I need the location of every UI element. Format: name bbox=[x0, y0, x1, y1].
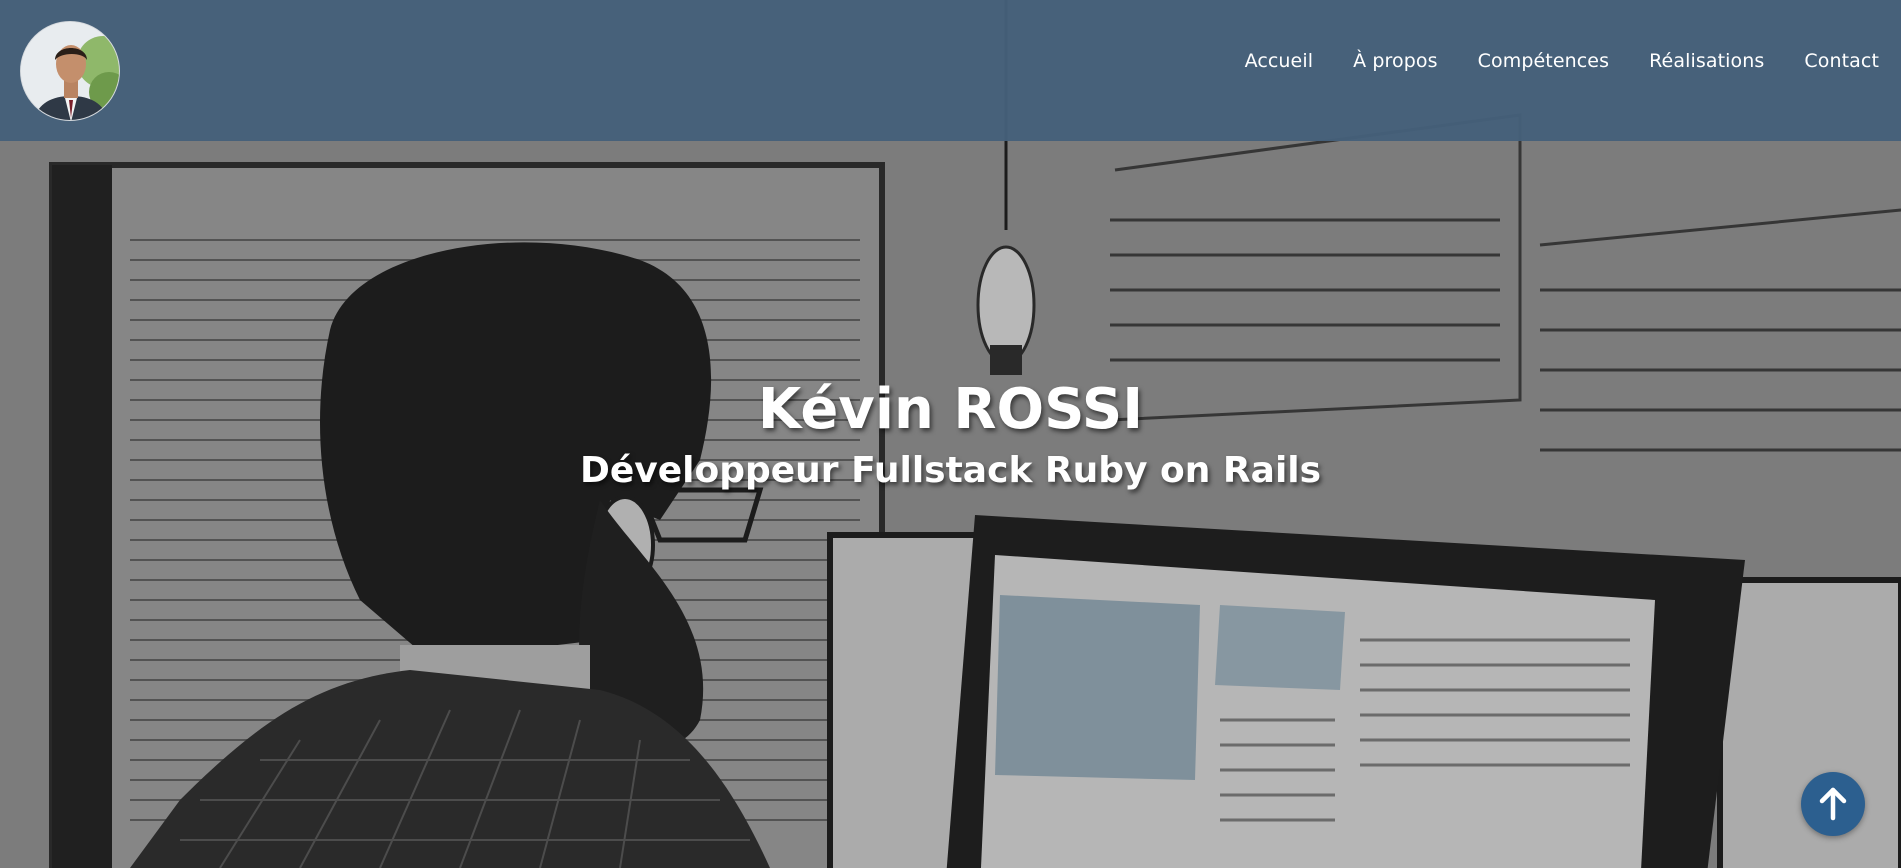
back-to-top-button[interactable] bbox=[1801, 772, 1865, 836]
nav-link-realisations[interactable]: Réalisations bbox=[1649, 50, 1764, 72]
nav-link-accueil[interactable]: Accueil bbox=[1245, 50, 1314, 72]
nav-link-contact[interactable]: Contact bbox=[1804, 50, 1879, 72]
hero-title: Kévin ROSSI bbox=[757, 377, 1144, 442]
nav-link-a-propos[interactable]: À propos bbox=[1353, 50, 1438, 72]
main-nav: Accueil À propos Compétences Réalisation… bbox=[1245, 44, 1901, 78]
nav-link-competences[interactable]: Compétences bbox=[1478, 50, 1609, 72]
arrow-up-icon bbox=[1819, 787, 1847, 821]
hero-subtitle: Développeur Fullstack Ruby on Rails bbox=[579, 450, 1322, 491]
avatar[interactable] bbox=[20, 21, 120, 121]
site-header: Accueil À propos Compétences Réalisation… bbox=[0, 0, 1901, 141]
page: Accueil À propos Compétences Réalisation… bbox=[0, 0, 1901, 868]
profile-photo-icon bbox=[21, 22, 119, 120]
